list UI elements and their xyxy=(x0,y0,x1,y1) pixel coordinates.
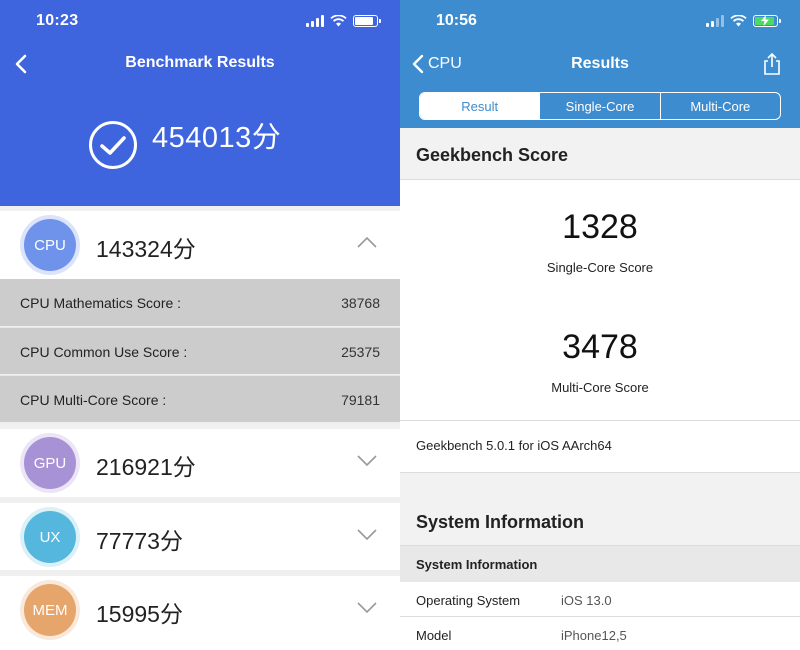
mem-category-row[interactable]: MEM 15995分 xyxy=(0,576,400,650)
share-icon[interactable] xyxy=(762,52,782,76)
wifi-icon xyxy=(330,15,347,27)
cellular-signal-icon xyxy=(706,15,724,27)
info-row-operating-system: Operating System iOS 13.0 xyxy=(400,582,800,617)
ux-category-row[interactable]: UX 77773分 xyxy=(0,503,400,570)
geekbench-panel: 10:56 CPU Results Result Single-Core Mul… xyxy=(400,0,800,650)
mem-badge: MEM xyxy=(24,584,76,636)
wifi-icon xyxy=(730,15,747,27)
results-header: 10:56 CPU Results Result Single-Core Mul… xyxy=(400,0,800,128)
page-title: Benchmark Results xyxy=(125,54,275,71)
chevron-up-icon[interactable] xyxy=(356,235,378,249)
cpu-category-row[interactable]: CPU 143324分 xyxy=(0,211,400,279)
single-core-label: Single-Core Score xyxy=(546,260,654,275)
tab-multi-core[interactable]: Multi-Core xyxy=(659,93,780,119)
chevron-down-icon[interactable] xyxy=(356,453,378,467)
results-header: 10:23 Benchmark Results 454013分 xyxy=(0,0,400,206)
tab-result[interactable]: Result xyxy=(420,93,540,119)
cpu-multi-core-score-row: CPU Multi-Core Score : 79181 xyxy=(0,375,400,422)
subheader-label: System Information xyxy=(416,557,538,572)
gpu-category-row[interactable]: GPU 216921分 xyxy=(0,429,400,497)
section-title: Geekbench Score xyxy=(416,145,569,165)
chevron-down-icon[interactable] xyxy=(356,600,378,614)
detail-value: 38768 xyxy=(341,295,380,311)
detail-label: CPU Mathematics Score : xyxy=(20,295,182,311)
battery-icon xyxy=(353,15,381,27)
cpu-math-score-row: CPU Mathematics Score : 38768 xyxy=(0,279,400,326)
section-title: System Information xyxy=(416,512,585,532)
info-key: Operating System xyxy=(416,593,521,608)
detail-value: 79181 xyxy=(341,392,380,408)
mem-score: 15995分 xyxy=(96,601,183,627)
status-bar: 10:56 xyxy=(400,10,800,34)
cellular-signal-icon xyxy=(306,15,324,27)
single-core-score: 1328 xyxy=(562,208,638,246)
divider xyxy=(400,420,800,421)
gpu-score: 216921分 xyxy=(96,454,196,480)
info-key: Model xyxy=(416,628,452,643)
antutu-panel: 10:23 Benchmark Results 454013分 CPU 1433… xyxy=(0,0,400,650)
multi-core-score: 3478 xyxy=(562,328,638,366)
info-value: iPhone12,5 xyxy=(561,628,627,643)
system-info-subheader: System Information xyxy=(400,546,800,582)
status-time: 10:23 xyxy=(36,12,79,29)
cpu-badge: CPU xyxy=(24,219,76,271)
detail-value: 25375 xyxy=(341,344,380,360)
cpu-common-use-score-row: CPU Common Use Score : 25375 xyxy=(0,327,400,374)
version-text: Geekbench 5.0.1 for iOS AArch64 xyxy=(416,438,612,453)
status-bar: 10:23 xyxy=(0,10,400,34)
total-score: 454013分 xyxy=(152,122,282,154)
system-info-section-header: System Information xyxy=(400,472,800,546)
tab-single-core[interactable]: Single-Core xyxy=(539,93,659,119)
chevron-down-icon[interactable] xyxy=(356,527,378,541)
ux-badge: UX xyxy=(24,511,76,563)
page-title: Results xyxy=(571,55,629,72)
status-time: 10:56 xyxy=(436,12,477,29)
info-row-model: Model iPhone12,5 xyxy=(400,617,800,650)
multi-core-label: Multi-Core Score xyxy=(551,380,649,395)
ux-score: 77773分 xyxy=(96,528,183,554)
cpu-score: 143324分 xyxy=(96,236,196,262)
battery-charging-icon xyxy=(753,15,781,27)
detail-label: CPU Multi-Core Score : xyxy=(20,392,167,408)
check-circle-icon xyxy=(89,121,137,169)
gpu-badge: GPU xyxy=(24,437,76,489)
geekbench-score-header: Geekbench Score xyxy=(400,128,800,180)
detail-label: CPU Common Use Score : xyxy=(20,344,188,360)
result-tabs: Result Single-Core Multi-Core xyxy=(419,92,781,120)
info-value: iOS 13.0 xyxy=(561,593,612,608)
